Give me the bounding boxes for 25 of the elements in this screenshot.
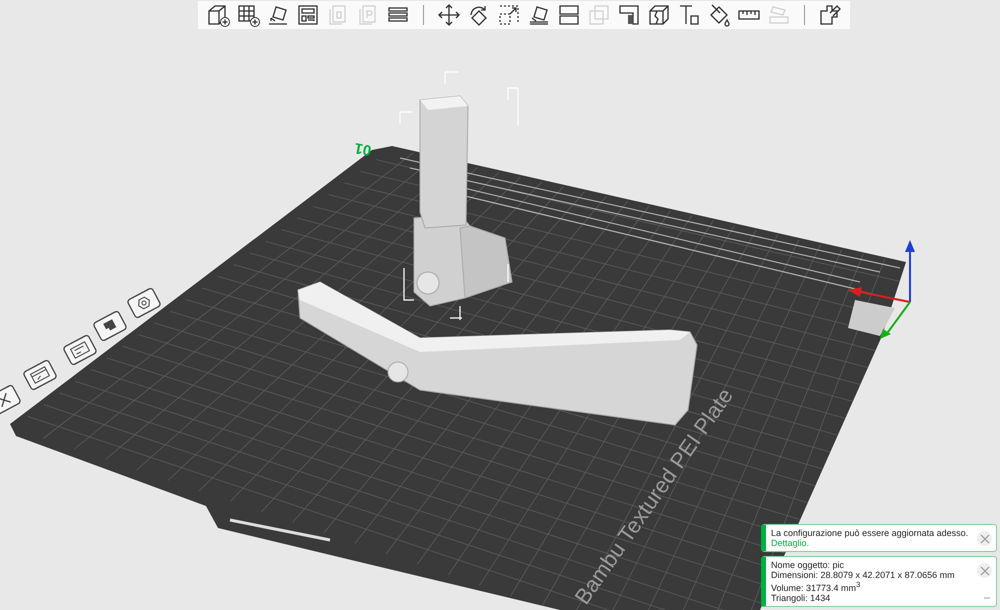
notification-text: Nome oggetto: pic	[771, 560, 846, 570]
z-axis-arrow	[905, 240, 915, 302]
notification-text: Volume: 31773.4 mm$^{3}$	[771, 580, 862, 593]
text-button[interactable]	[677, 3, 701, 27]
plate-number: 01	[353, 139, 373, 159]
add-plate-button[interactable]	[236, 3, 260, 27]
notification-text: Triangoli: 1434	[771, 593, 832, 603]
notification-text: La configurazione può essere aggiornata adesso.	[771, 528, 970, 538]
close-button[interactable]	[977, 563, 992, 578]
lay-on-face-button[interactable]	[527, 3, 551, 27]
detail-link[interactable]: Dettaglio.	[771, 538, 977, 548]
origin-tile	[848, 300, 895, 336]
scale-button[interactable]	[497, 3, 521, 27]
move-button[interactable]	[437, 3, 461, 27]
close-button[interactable]	[977, 531, 992, 546]
add-cube-button[interactable]	[206, 3, 230, 27]
cut-button[interactable]	[557, 3, 581, 27]
notification-text: Dimensioni: 28.8079 x 42.2071 x 87.0656 mm	[771, 570, 956, 580]
y-axis-arrow	[880, 301, 911, 339]
split-parts-button[interactable]	[818, 3, 842, 27]
x-axis-arrow	[848, 287, 910, 303]
auto-orient-button[interactable]	[266, 3, 290, 27]
support-paint-button[interactable]	[617, 3, 641, 27]
seam-paint-button[interactable]	[647, 3, 671, 27]
arrange-button[interactable]	[296, 3, 320, 27]
